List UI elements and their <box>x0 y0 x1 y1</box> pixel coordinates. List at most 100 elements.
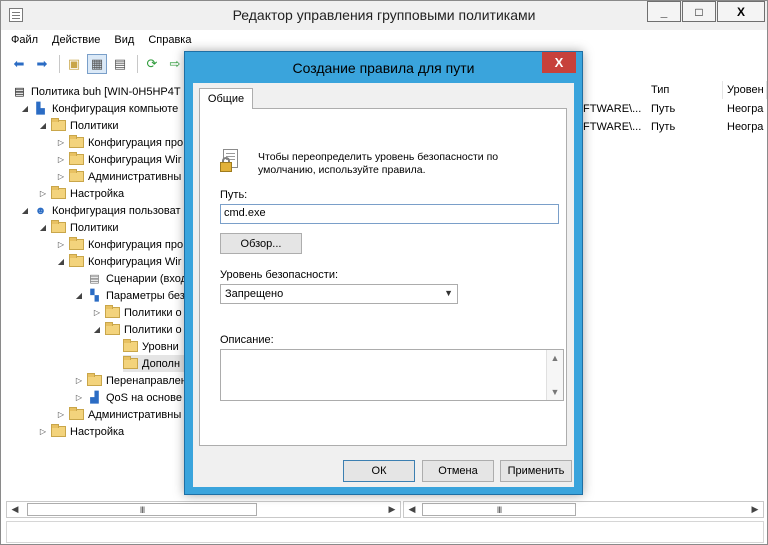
collapse-arrow-icon[interactable]: ◢ <box>92 325 102 334</box>
folder-icon <box>123 356 138 369</box>
tree-item-policies[interactable]: ◢ Политики <box>38 219 119 236</box>
clipboard-icon[interactable]: ▤ <box>110 54 130 74</box>
tree-item-folder-redirection[interactable]: ▷ Перенаправлен <box>74 372 187 389</box>
expand-arrow-icon[interactable]: ▷ <box>74 393 84 402</box>
textarea-scrollbar[interactable]: ▲ ▼ <box>546 350 563 400</box>
export-icon[interactable]: ⇨ <box>165 54 185 74</box>
tree-label: Политика buh [WIN-0H5HP4T <box>31 85 181 98</box>
list-cell-name[interactable]: FTWARE\... <box>583 121 641 133</box>
expand-arrow-icon[interactable]: ▷ <box>38 189 48 198</box>
scroll-right-arrow-icon[interactable]: ▶ <box>747 502 763 517</box>
list-horizontal-scrollbar[interactable]: ◀ III ▶ <box>403 501 764 518</box>
show-hide-tree-icon[interactable]: ▦ <box>87 54 107 74</box>
menu-action[interactable]: Действие <box>52 34 100 46</box>
tree-item-preferences[interactable]: ▷ Настройка <box>38 423 124 440</box>
tree-item-software-config[interactable]: ▷ Конфигурация про <box>56 236 183 253</box>
tree-item-security-levels[interactable]: Уровни <box>123 338 179 355</box>
list-cell-level[interactable]: Неогра <box>727 121 763 133</box>
cancel-button[interactable]: Отмена <box>422 460 494 482</box>
description-textarea[interactable]: ▲ ▼ <box>220 349 564 401</box>
expand-arrow-icon[interactable]: ▷ <box>56 240 66 249</box>
scroll-left-arrow-icon[interactable]: ◀ <box>404 502 420 517</box>
menu-file[interactable]: Файл <box>11 34 38 46</box>
tree-label: Политики <box>70 221 119 234</box>
tree-item-software-config[interactable]: ▷ Конфигурация про <box>56 134 183 151</box>
maximize-button[interactable]: □ <box>682 1 716 22</box>
tree-item-computer-config[interactable]: ◢ ▙ Конфигурация компьюте <box>20 100 178 117</box>
tree-label: Административны <box>88 170 182 183</box>
list-cell-type[interactable]: Путь <box>651 121 675 133</box>
security-level-select[interactable]: Запрещено ▼ <box>220 284 458 304</box>
tree-item-qos[interactable]: ▷ ▟ QoS на основе <box>74 389 182 406</box>
tree-label: Перенаправлен <box>106 374 187 387</box>
back-arrow-icon[interactable]: ⬅ <box>9 54 29 74</box>
menu-help[interactable]: Справка <box>148 34 191 46</box>
lock-document-icon <box>220 149 240 175</box>
details-list: Тип Уровен FTWARE\... Путь Неогра FTWARE… <box>581 81 767 499</box>
collapse-arrow-icon[interactable]: ◢ <box>38 121 48 130</box>
expand-arrow-icon[interactable]: ▷ <box>56 155 66 164</box>
dialog-close-button[interactable]: X <box>542 52 576 73</box>
tab-general[interactable]: Общие <box>199 88 253 109</box>
collapse-arrow-icon[interactable]: ◢ <box>74 291 84 300</box>
window-titlebar[interactable]: Редактор управления групповыми политикам… <box>1 1 767 30</box>
expand-arrow-icon[interactable]: ▷ <box>56 410 66 419</box>
tree-item-public-key-policies[interactable]: ▷ Политики о <box>92 304 182 321</box>
scroll-right-arrow-icon[interactable]: ▶ <box>384 502 400 517</box>
expand-arrow-icon[interactable]: ▷ <box>74 376 84 385</box>
tree-item-policy-root[interactable]: ▤ Политика buh [WIN-0H5HP4T <box>12 83 181 100</box>
scroll-thumb[interactable]: III <box>27 503 257 516</box>
minimize-button[interactable]: _ <box>647 1 681 22</box>
tree-item-security-settings[interactable]: ◢ ▚ Параметры безо <box>74 287 191 304</box>
column-header-type[interactable]: Тип <box>647 81 723 99</box>
tree-horizontal-scrollbar[interactable]: ◀ III ▶ <box>6 501 401 518</box>
security-level-label: Уровень безопасности: <box>220 269 339 281</box>
menu-view[interactable]: Вид <box>114 34 134 46</box>
folder-icon <box>69 254 84 267</box>
scroll-down-arrow-icon[interactable]: ▼ <box>547 384 563 400</box>
chart-icon: ▟ <box>90 392 99 404</box>
dialog-titlebar[interactable]: Создание правила для пути X <box>185 52 582 83</box>
tree-item-admin-templates[interactable]: ▷ Административны <box>56 168 181 185</box>
tree-label: Конфигурация компьюте <box>52 102 179 115</box>
expand-arrow-icon[interactable]: ▷ <box>38 427 48 436</box>
toolbar-divider <box>59 55 60 73</box>
expand-arrow-icon[interactable]: ▷ <box>56 172 66 181</box>
tree-item-user-config[interactable]: ◢ ☻ Конфигурация пользоват <box>20 202 181 219</box>
collapse-arrow-icon[interactable]: ◢ <box>20 206 30 215</box>
tree-item-policies[interactable]: ◢ Политики <box>38 117 119 134</box>
up-folder-icon[interactable]: ▣ <box>64 54 84 74</box>
refresh-icon[interactable]: ⟳ <box>142 54 162 74</box>
scroll-left-arrow-icon[interactable]: ◀ <box>7 502 23 517</box>
list-cell-name[interactable]: FTWARE\... <box>583 103 641 115</box>
apply-button[interactable]: Применить <box>500 460 572 482</box>
tree-item-windows-config[interactable]: ◢ Конфигурация Wir <box>56 253 181 270</box>
browse-button[interactable]: Обзор... <box>220 233 302 254</box>
policy-icon: ▤ <box>14 86 25 98</box>
expand-arrow-icon[interactable]: ▷ <box>56 138 66 147</box>
collapse-arrow-icon[interactable]: ◢ <box>38 223 48 232</box>
folder-icon <box>69 152 84 165</box>
tree-item-scripts[interactable]: ▤ Сценарии (вход <box>87 270 187 287</box>
close-button[interactable]: X <box>717 1 765 22</box>
forward-arrow-icon[interactable]: ➡ <box>32 54 52 74</box>
path-input[interactable]: cmd.exe <box>220 204 559 224</box>
tree-label: Конфигурация пользоват <box>52 204 181 217</box>
tree-item-windows-config[interactable]: ▷ Конфигурация Wir <box>56 151 181 168</box>
tab-panel-general: Чтобы переопределить уровень безопасност… <box>199 108 567 446</box>
tree-item-preferences[interactable]: ▷ Настройка <box>38 185 124 202</box>
tree-item-admin-templates[interactable]: ▷ Административны <box>56 406 181 423</box>
scroll-up-arrow-icon[interactable]: ▲ <box>547 350 563 366</box>
list-cell-level[interactable]: Неогра <box>727 103 763 115</box>
list-cell-type[interactable]: Путь <box>651 103 675 115</box>
expand-arrow-icon[interactable]: ▷ <box>92 308 102 317</box>
column-header-level[interactable]: Уровен <box>723 81 767 99</box>
tree-label: Дополн <box>142 357 181 370</box>
collapse-arrow-icon[interactable]: ◢ <box>20 104 30 113</box>
ok-button[interactable]: ОК <box>343 460 415 482</box>
dialog-title: Создание правила для пути <box>292 60 475 76</box>
tree-item-software-restriction[interactable]: ◢ Политики о <box>92 321 182 338</box>
collapse-arrow-icon[interactable]: ◢ <box>56 257 66 266</box>
tree-label: Настройка <box>70 425 125 438</box>
scroll-thumb[interactable]: III <box>422 503 576 516</box>
